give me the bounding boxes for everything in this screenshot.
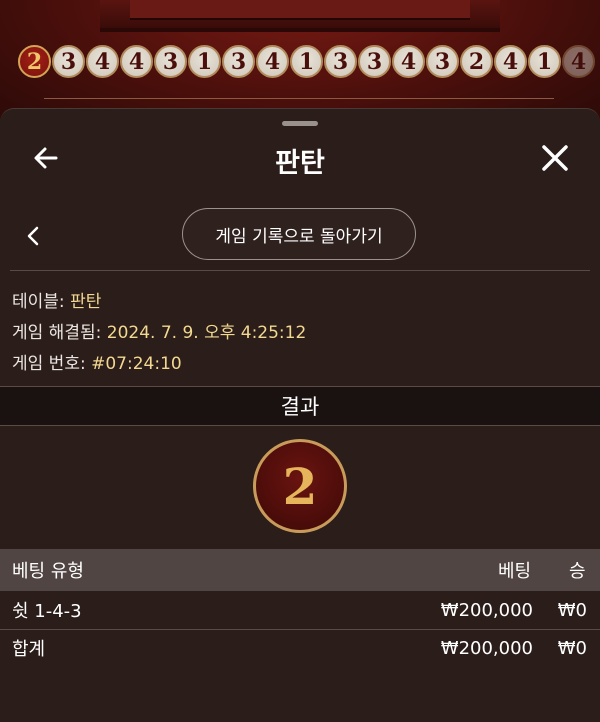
- resolved-info: 게임 해결됨: 2024. 7. 9. 오후 4:25:12: [12, 318, 306, 343]
- results-road: 2 3 4 4 3 1 3 4 1 3 3 4 3 2 4 1 4: [18, 45, 596, 87]
- chevron-left-icon[interactable]: [22, 223, 44, 249]
- bet-amount: ₩200,000: [440, 599, 533, 621]
- total-label: 합계: [12, 639, 46, 660]
- game-detail-sheet: 판탄 게임 기록으로 돌아가기 테이블: 판탄 게임 해결됨: 2024. 7.…: [0, 108, 600, 722]
- table-row: 쉿 1-4-3 ₩200,000 ₩0: [0, 592, 600, 628]
- road-ball: 3: [52, 45, 85, 78]
- bets-table-header: 베팅 유형 베팅 승: [0, 549, 600, 591]
- result-header: 결과: [0, 386, 600, 426]
- result-value: 2: [282, 456, 318, 516]
- total-row: 합계 ₩200,000 ₩0: [0, 630, 600, 666]
- table-top: [130, 0, 470, 20]
- road-ball: 4: [562, 45, 595, 78]
- total-bet: ₩200,000: [440, 637, 533, 659]
- road-ball: 2: [18, 45, 51, 78]
- table-label: 테이블:: [12, 292, 65, 312]
- road-ball: 3: [426, 45, 459, 78]
- road-ball: 3: [222, 45, 255, 78]
- total-win: ₩0: [557, 637, 587, 659]
- header-bet-type: 베팅 유형: [12, 561, 84, 582]
- road-ball: 4: [120, 45, 153, 78]
- sheet-grab-handle[interactable]: [282, 121, 318, 126]
- bet-type: 쉿 1-4-3: [12, 601, 82, 622]
- header-win: 승: [569, 561, 586, 582]
- road-ball: 4: [256, 45, 289, 78]
- road-ball: 1: [290, 45, 323, 78]
- table-info: 테이블: 판탄: [12, 287, 101, 312]
- road-ball: 2: [460, 45, 493, 78]
- road-ball: 4: [86, 45, 119, 78]
- road-ball: 1: [188, 45, 221, 78]
- game-number-info: 게임 번호: #07:24:10: [12, 349, 182, 374]
- road-ball: 3: [154, 45, 187, 78]
- result-ball: 2: [253, 439, 347, 533]
- divider: [10, 270, 590, 271]
- road-ball: 4: [494, 45, 527, 78]
- win-amount: ₩0: [557, 599, 587, 621]
- road-ball: 1: [528, 45, 561, 78]
- game-number-value: #07:24:10: [91, 354, 182, 374]
- table-value: 판탄: [70, 292, 102, 312]
- resolved-label: 게임 해결됨:: [12, 323, 102, 343]
- header-bet: 베팅: [498, 561, 532, 582]
- close-icon[interactable]: [538, 141, 572, 175]
- resolved-value: 2024. 7. 9. 오후 4:25:12: [106, 323, 307, 343]
- result-label: 결과: [280, 395, 320, 419]
- game-number-label: 게임 번호:: [12, 354, 86, 374]
- road-ball: 3: [324, 45, 357, 78]
- road-ball: 4: [392, 45, 425, 78]
- page-title: 판탄: [275, 148, 325, 179]
- road-ball: 3: [358, 45, 391, 78]
- back-to-history-button[interactable]: 게임 기록으로 돌아가기: [182, 208, 416, 260]
